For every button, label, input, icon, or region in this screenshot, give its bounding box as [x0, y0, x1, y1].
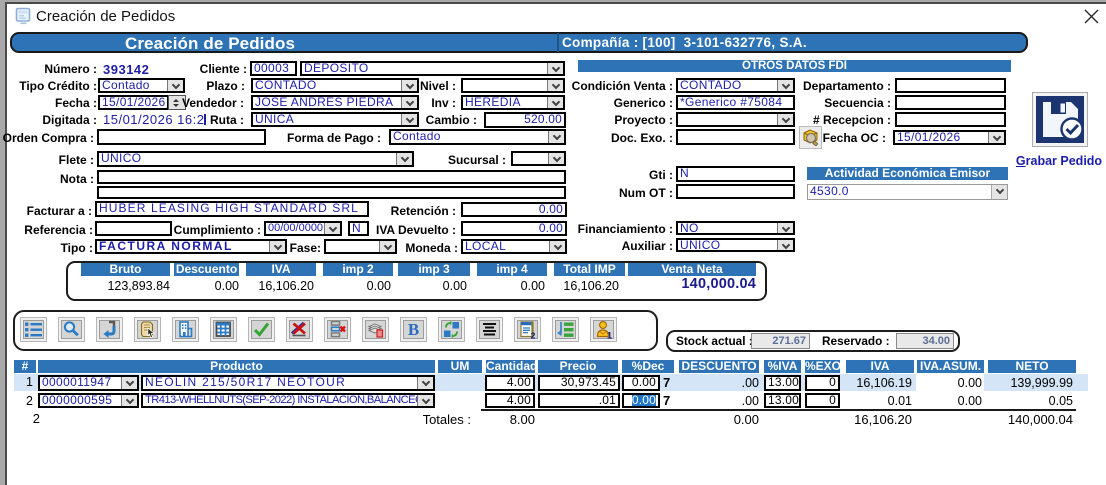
svg-text:2: 2	[531, 331, 536, 340]
svg-text:B: B	[408, 320, 419, 339]
svg-text:1: 1	[607, 331, 612, 340]
